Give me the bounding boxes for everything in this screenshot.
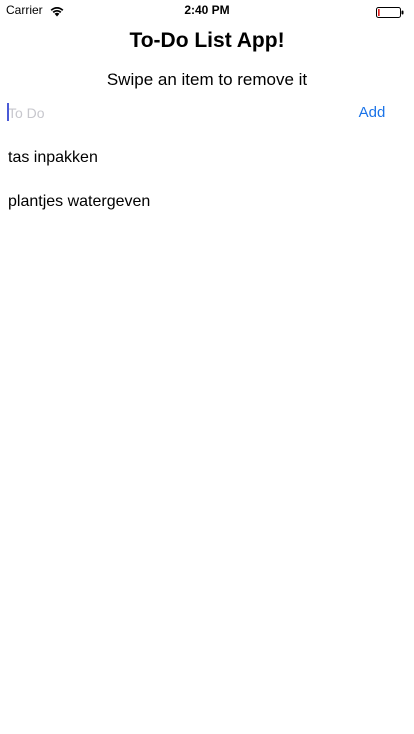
todo-input[interactable] [7,100,348,126]
subtitle: Swipe an item to remove it [106,70,308,89]
todo-list: tas inpakken plantjes watergeven [0,136,414,224]
status-bar: Carrier 2:40 PM [0,0,414,20]
todo-item[interactable]: tas inpakken [0,136,414,180]
todo-item[interactable]: plantjes watergeven [0,180,414,224]
status-time: 2:40 PM [184,3,230,17]
page-title: To-Do List App! [129,29,285,52]
text-caret [7,103,9,121]
add-button[interactable]: Add [352,100,392,126]
battery-icon [376,5,408,18]
